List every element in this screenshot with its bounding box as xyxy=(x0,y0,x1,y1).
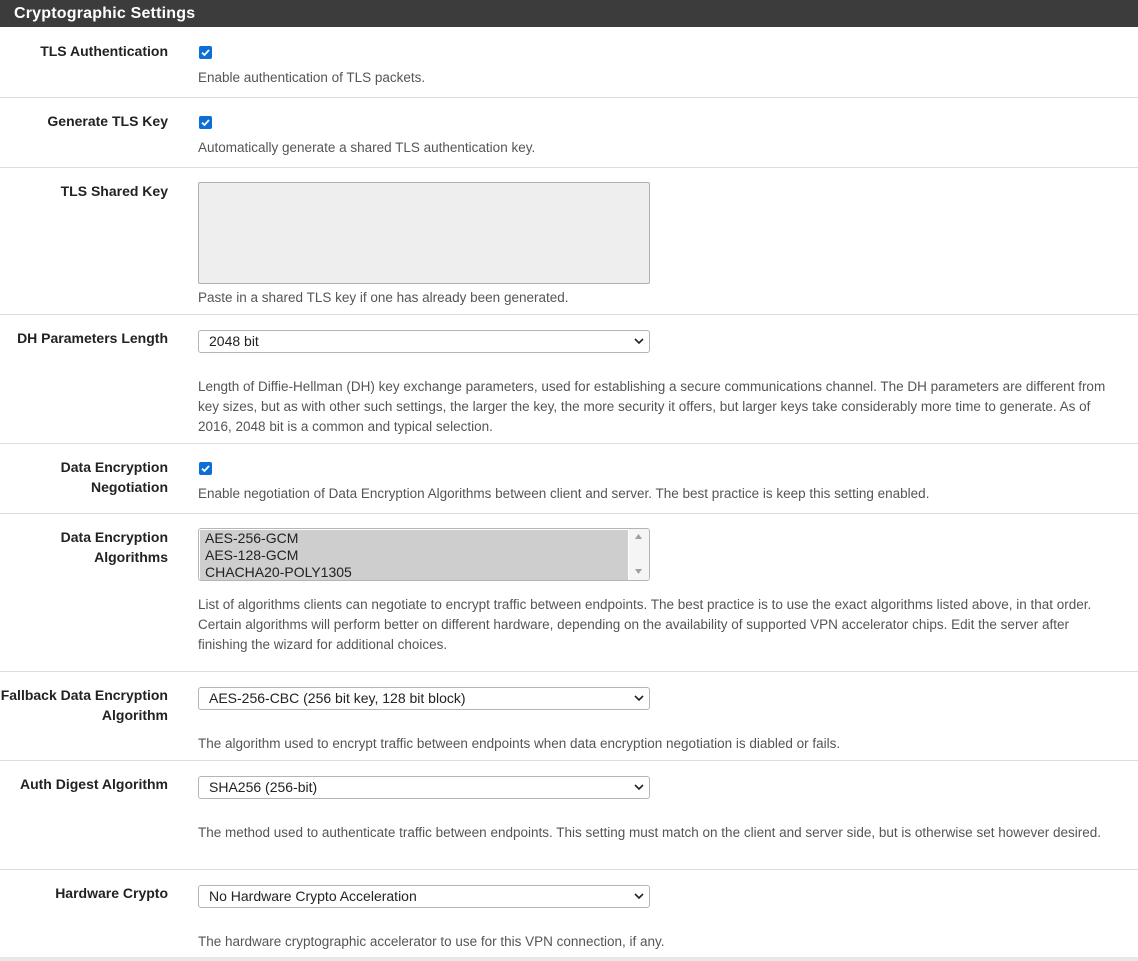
dh-parameters-select[interactable]: 2048 bit xyxy=(198,330,650,353)
chevron-down-icon xyxy=(634,338,644,345)
data-encryption-algorithms-options: AES-256-GCM AES-128-GCM CHACHA20-POLY130… xyxy=(200,530,628,580)
data-encryption-algorithms-row: Data Encryption Algorithms AES-256-GCM A… xyxy=(0,514,1138,672)
scroll-up-arrow-icon[interactable] xyxy=(635,534,642,539)
fallback-algorithm-row: Fallback Data Encryption Algorithm AES-2… xyxy=(0,672,1138,761)
check-icon xyxy=(201,119,210,127)
multiselect-scrollbar[interactable] xyxy=(629,529,649,580)
auth-digest-selected-value: SHA256 (256-bit) xyxy=(209,779,318,795)
tls-shared-key-textarea[interactable] xyxy=(198,182,650,284)
dh-parameters-row: DH Parameters Length 2048 bit Length of … xyxy=(0,315,1138,444)
algorithm-option[interactable]: AES-128-GCM xyxy=(200,547,628,564)
auth-digest-label: Auth Digest Algorithm xyxy=(19,776,168,792)
tls-authentication-label: TLS Authentication xyxy=(40,43,168,59)
fallback-algorithm-label: Fallback Data Encryption Algorithm xyxy=(1,685,168,725)
check-icon xyxy=(201,49,210,57)
panel-bottom-border xyxy=(0,957,1138,961)
hardware-crypto-help: The hardware cryptographic accelerator t… xyxy=(198,934,665,949)
fallback-algorithm-label-line2: Algorithm xyxy=(101,707,168,723)
fallback-algorithm-select[interactable]: AES-256-CBC (256 bit key, 128 bit block) xyxy=(198,687,650,710)
algorithm-option[interactable]: AES-256-GCM xyxy=(200,530,628,547)
tls-shared-key-help: Paste in a shared TLS key if one has alr… xyxy=(198,290,569,305)
generate-tls-key-label: Generate TLS Key xyxy=(47,113,168,129)
hardware-crypto-label: Hardware Crypto xyxy=(55,885,168,901)
data-encryption-algorithms-label: Data Encryption Algorithms xyxy=(61,527,168,567)
tls-authentication-help: Enable authentication of TLS packets. xyxy=(198,70,426,85)
chevron-down-icon xyxy=(634,695,644,702)
data-encryption-negotiation-label-line1: Data Encryption xyxy=(60,459,168,475)
hardware-crypto-row: Hardware Crypto No Hardware Crypto Accel… xyxy=(0,870,1138,957)
auth-digest-row: Auth Digest Algorithm SHA256 (256-bit) T… xyxy=(0,761,1138,870)
chevron-down-icon xyxy=(634,784,644,791)
generate-tls-key-row: Generate TLS Key Automatically generate … xyxy=(0,98,1138,168)
panel-title: Cryptographic Settings xyxy=(0,0,1138,27)
data-encryption-algorithms-multiselect[interactable]: AES-256-GCM AES-128-GCM CHACHA20-POLY130… xyxy=(198,528,650,581)
hardware-crypto-select[interactable]: No Hardware Crypto Acceleration xyxy=(198,885,650,908)
fallback-algorithm-help: The algorithm used to encrypt traffic be… xyxy=(198,736,841,751)
data-encryption-algorithms-label-line1: Data Encryption xyxy=(60,529,168,545)
chevron-down-icon xyxy=(634,893,644,900)
data-encryption-negotiation-label-line2: Negotiation xyxy=(91,479,168,495)
auth-digest-help: The method used to authenticate traffic … xyxy=(198,825,1102,840)
tls-authentication-checkbox[interactable] xyxy=(199,46,212,59)
fallback-algorithm-label-line1: Fallback Data Encryption xyxy=(0,687,168,703)
fallback-algorithm-selected-value: AES-256-CBC (256 bit key, 128 bit block) xyxy=(209,690,466,706)
data-encryption-negotiation-help: Enable negotiation of Data Encryption Al… xyxy=(198,486,930,501)
hardware-crypto-selected-value: No Hardware Crypto Acceleration xyxy=(209,888,417,904)
scroll-down-arrow-icon[interactable] xyxy=(635,569,642,574)
tls-authentication-row: TLS Authentication Enable authentication… xyxy=(0,27,1138,98)
tls-shared-key-row: TLS Shared Key Paste in a shared TLS key… xyxy=(0,168,1138,315)
dh-parameters-label: DH Parameters Length xyxy=(17,330,168,346)
algorithm-option[interactable]: CHACHA20-POLY1305 xyxy=(200,564,628,580)
data-encryption-algorithms-help: List of algorithms clients can negotiate… xyxy=(198,597,1092,652)
generate-tls-key-help: Automatically generate a shared TLS auth… xyxy=(198,140,536,155)
check-icon xyxy=(201,465,210,473)
dh-parameters-help: Length of Diffie-Hellman (DH) key exchan… xyxy=(198,379,1106,434)
data-encryption-negotiation-label: Data Encryption Negotiation xyxy=(61,457,168,497)
generate-tls-key-checkbox[interactable] xyxy=(199,116,212,129)
data-encryption-negotiation-row: Data Encryption Negotiation Enable negot… xyxy=(0,444,1138,514)
dh-parameters-selected-value: 2048 bit xyxy=(209,333,259,349)
data-encryption-algorithms-label-line2: Algorithms xyxy=(94,549,168,565)
tls-shared-key-label: TLS Shared Key xyxy=(60,183,168,199)
auth-digest-select[interactable]: SHA256 (256-bit) xyxy=(198,776,650,799)
data-encryption-negotiation-checkbox[interactable] xyxy=(199,462,212,475)
